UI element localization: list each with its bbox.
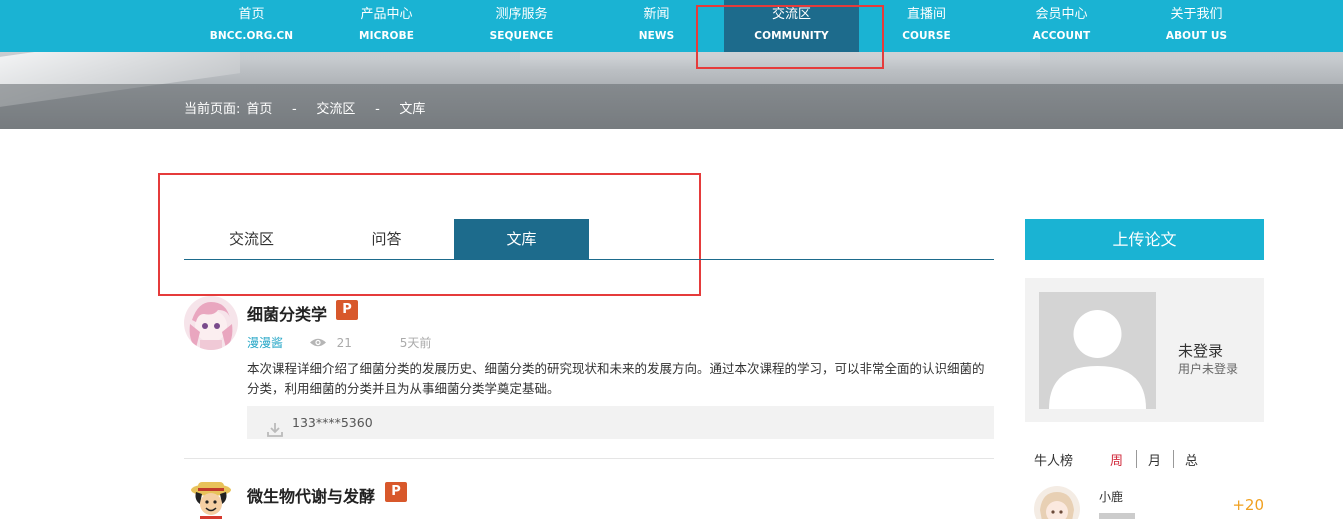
breadcrumb-separator: -	[375, 102, 380, 117]
breadcrumb-item-library[interactable]: 文库	[399, 102, 425, 117]
main-navbar: 首页 BNCC.ORG.CN 产品中心 MICROBE 测序服务 SEQUENC…	[0, 0, 1343, 52]
author-avatar[interactable]	[184, 296, 238, 350]
rank-tab-total[interactable]: 总	[1185, 450, 1198, 469]
article-meta: 漫漫酱 21 5天前	[247, 334, 431, 351]
nav-label-cn: 产品中心	[360, 7, 413, 22]
article-title[interactable]: 细菌分类学	[247, 301, 327, 325]
nav-label-en: ACCOUNT	[1032, 30, 1091, 42]
rank-user-name: 小鹿	[1099, 490, 1124, 504]
article-title[interactable]: 微生物代谢与发酵	[247, 483, 375, 507]
eye-icon	[309, 337, 327, 351]
ppt-file-icon: P	[385, 482, 407, 502]
leaderboard-row[interactable]: 小鹿 +20	[1034, 486, 1264, 519]
nav-label-cn: 关于我们	[1170, 7, 1223, 22]
nav-item-about[interactable]: 关于我们 ABOUT US	[1129, 0, 1264, 52]
tab-community[interactable]: 交流区	[184, 219, 319, 259]
content-tabs: 交流区 问答 文库	[184, 219, 994, 260]
ppt-file-icon: P	[336, 300, 358, 320]
article-time: 5天前	[399, 336, 432, 350]
breadcrumb-item-community[interactable]: 交流区	[316, 102, 355, 117]
article-divider	[184, 458, 994, 459]
rank-tab-divider	[1136, 450, 1137, 468]
highlight-box-nav	[696, 5, 884, 69]
article-item: 微生物代谢与发酵 P	[184, 478, 994, 519]
tab-library[interactable]: 文库	[454, 219, 589, 259]
upload-paper-button[interactable]: 上传论文	[1025, 219, 1264, 260]
user-name: 未登录	[1178, 342, 1224, 360]
nav-label-en: BNCC.ORG.CN	[209, 30, 294, 42]
rank-tab-week[interactable]: 周	[1110, 450, 1123, 469]
nav-label-en: SEQUENCE	[489, 30, 554, 42]
tab-qa[interactable]: 问答	[319, 219, 454, 259]
article-author[interactable]: 漫漫酱	[247, 336, 283, 350]
article-item: 细菌分类学 P 漫漫酱 21 5天前 本次课程详细介绍了细菌分类的发展历史、细菌…	[184, 296, 994, 466]
nav-label-en: MICROBE	[359, 30, 414, 42]
rank-tab-month[interactable]: 月	[1148, 450, 1161, 469]
breadcrumb-item-home[interactable]: 首页	[246, 102, 272, 117]
rank-tab-divider	[1173, 450, 1174, 468]
rank-user-score: +20	[1232, 496, 1264, 514]
nav-item-account[interactable]: 会员中心 ACCOUNT	[994, 0, 1129, 52]
leaderboard-title: 牛人榜	[1034, 454, 1074, 469]
download-bar: 133****5360	[247, 406, 994, 439]
nav-label-cn: 测序服务	[495, 7, 548, 22]
nav-item-home[interactable]: 首页 BNCC.ORG.CN	[184, 0, 319, 52]
breadcrumb-separator: -	[292, 102, 297, 117]
breadcrumb-label: 当前页面:	[184, 102, 241, 117]
article-description: 本次课程详细介绍了细菌分类的发展历史、细菌分类的研究现状和未来的发展方向。通过本…	[247, 361, 985, 396]
breadcrumb: 当前页面: 首页 - 交流区 - 文库	[184, 98, 425, 117]
user-card: 未登录 用户未登录	[1025, 278, 1264, 422]
author-avatar[interactable]	[184, 478, 238, 519]
nav-label-en: ABOUT US	[1165, 30, 1228, 42]
nav-item-microbe[interactable]: 产品中心 MICROBE	[319, 0, 454, 52]
downloader-name: 133****5360	[292, 415, 373, 430]
article-views: 21	[336, 336, 352, 350]
rank-user-avatar[interactable]	[1034, 486, 1080, 519]
nav-label-cn: 首页	[238, 7, 265, 22]
download-icon[interactable]	[267, 416, 283, 449]
rank-badge	[1099, 513, 1135, 519]
user-status: 用户未登录	[1178, 362, 1239, 376]
nav-item-sequence[interactable]: 测序服务 SEQUENCE	[454, 0, 589, 52]
default-avatar-icon[interactable]	[1039, 292, 1156, 409]
nav-label-cn: 会员中心	[1035, 7, 1088, 22]
